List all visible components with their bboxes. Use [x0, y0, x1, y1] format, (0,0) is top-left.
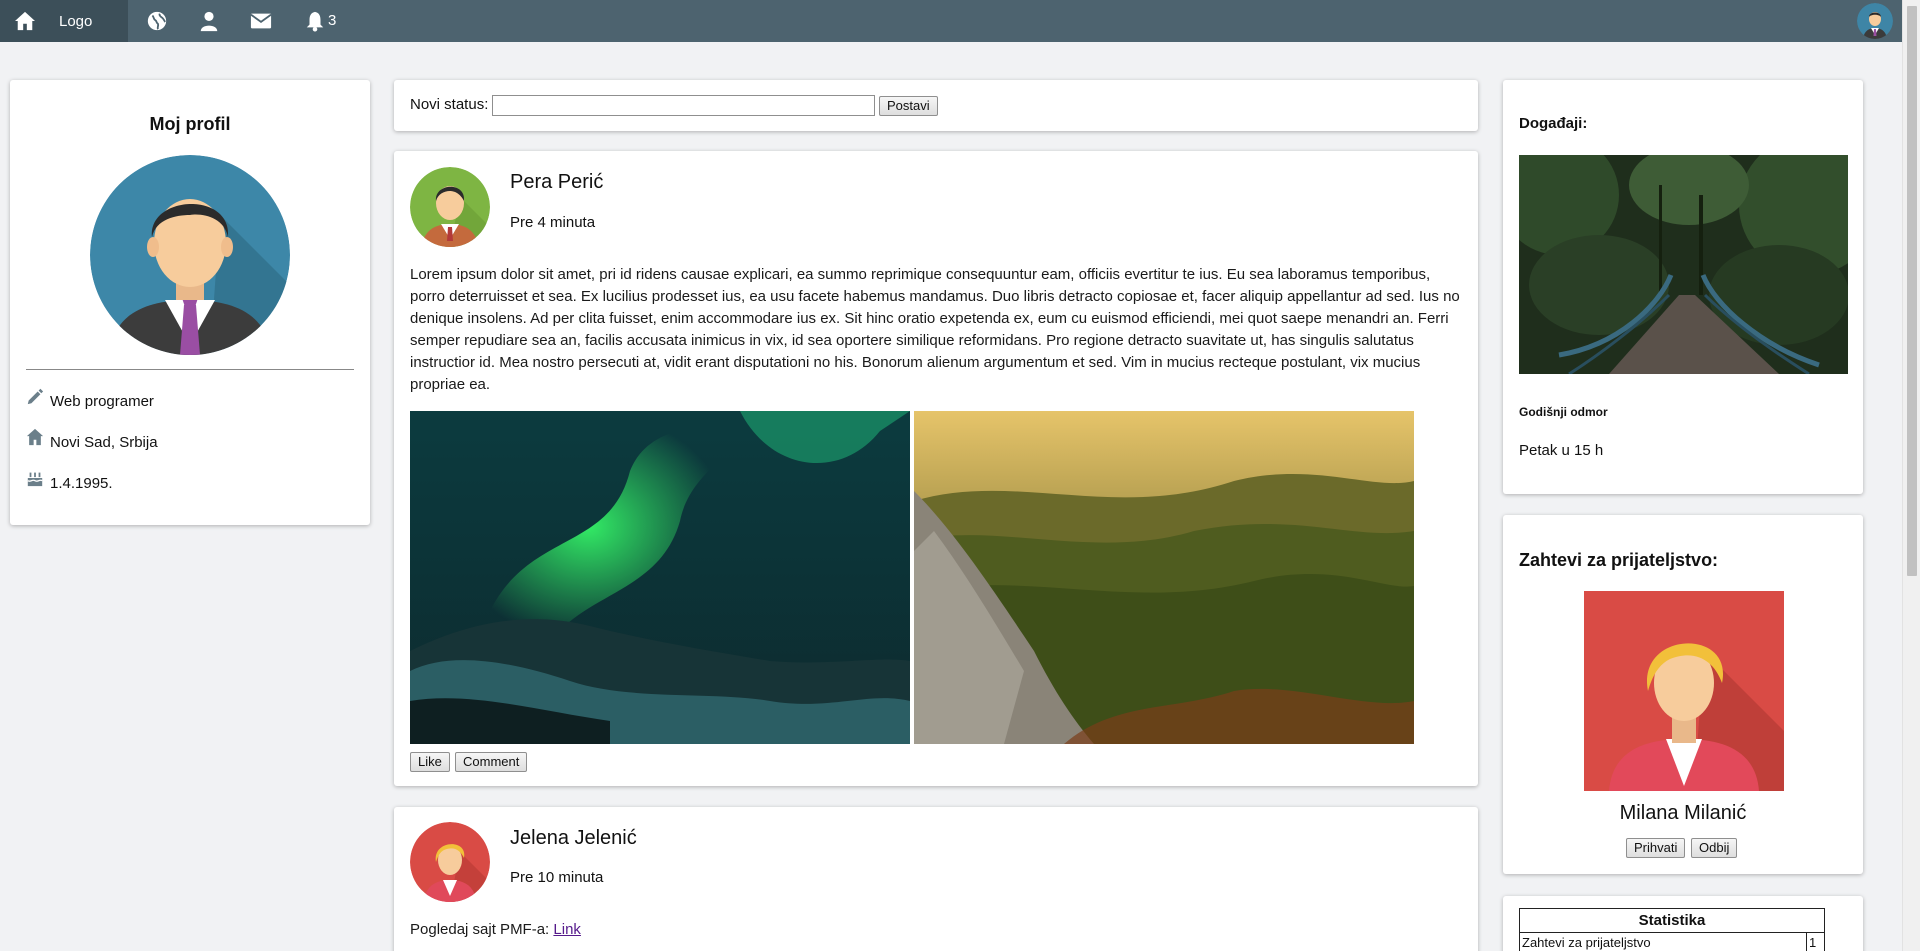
status-card: Novi status: Postavi: [394, 80, 1478, 131]
event-name[interactable]: Godišnji odmor: [1519, 405, 1608, 419]
stats-row-label: Zahtevi za prijateljstvo: [1519, 932, 1807, 951]
post-card: Jelena Jelenić Pre 10 minuta Pogledaj sa…: [394, 807, 1478, 951]
post-time: Pre 10 minuta: [510, 869, 604, 886]
post-text: Pogledaj sajt PMF-a: Link: [410, 919, 1460, 941]
birthday-cake-icon: [27, 472, 43, 487]
stats-title: Statistika: [1519, 908, 1825, 933]
events-title: Događaji:: [1519, 115, 1588, 132]
event-image[interactable]: [1519, 155, 1848, 374]
profile-birthday: 1.4.1995.: [26, 472, 113, 492]
notification-count[interactable]: 3: [328, 12, 336, 29]
profile-avatar: [90, 155, 290, 355]
profile-divider: [26, 369, 354, 370]
bell-icon[interactable]: [304, 10, 326, 32]
mail-icon[interactable]: [250, 10, 272, 32]
home-icon: [15, 11, 35, 31]
profile-birthday-text: 1.4.1995.: [50, 474, 113, 492]
profile-card: Moj profil Web programer Novi Sad, Srbij…: [10, 80, 370, 525]
logo[interactable]: Logo: [59, 13, 92, 30]
post-card: Pera Perić Pre 4 minuta Lorem ipsum dolo…: [394, 151, 1478, 786]
home-icon: [26, 428, 44, 446]
profile-location-text: Novi Sad, Srbija: [50, 433, 158, 451]
post-text-prefix: Pogledaj sajt PMF-a:: [410, 921, 550, 938]
post-status-button[interactable]: Postavi: [879, 96, 938, 116]
user-icon[interactable]: [198, 10, 220, 32]
globe-icon[interactable]: [146, 10, 168, 32]
profile-title: Moj profil: [149, 114, 231, 134]
event-time: Petak u 15 h: [1519, 442, 1604, 459]
post-author-avatar[interactable]: [410, 167, 490, 247]
stats-table: Statistika Zahtevi za prijateljstvo 1: [1519, 908, 1825, 951]
status-input[interactable]: [492, 95, 875, 116]
pencil-icon: [27, 388, 44, 405]
decline-request-button[interactable]: Odbij: [1691, 838, 1738, 858]
profile-location: Novi Sad, Srbija: [26, 428, 158, 451]
friend-request-avatar[interactable]: [1584, 591, 1784, 791]
table-row: Zahtevi za prijateljstvo 1: [1519, 932, 1825, 951]
post-text: Lorem ipsum dolor sit amet, pri id riden…: [410, 266, 1460, 393]
post-image-forest[interactable]: [914, 411, 1414, 744]
post-author-name[interactable]: Pera Perić: [510, 171, 603, 194]
friend-requests-title: Zahtevi za prijateljstvo:: [1519, 550, 1719, 570]
profile-job: Web programer: [26, 388, 154, 410]
home-link[interactable]: Logo: [0, 0, 128, 42]
friend-request-name[interactable]: Milana Milanić: [1503, 802, 1863, 825]
post-author-name[interactable]: Jelena Jelenić: [510, 827, 637, 850]
nav-avatar[interactable]: [1857, 3, 1893, 39]
comment-button[interactable]: Comment: [455, 752, 528, 772]
post-link[interactable]: Link: [553, 921, 581, 938]
top-navbar: Logo 3: [0, 0, 1902, 42]
vertical-scrollbar[interactable]: [1902, 0, 1920, 951]
stats-card: Statistika Zahtevi za prijateljstvo 1: [1503, 896, 1863, 951]
accept-request-button[interactable]: Prihvati: [1626, 838, 1686, 858]
profile-job-text: Web programer: [50, 392, 154, 410]
friend-requests-card: Zahtevi za prijateljstvo: Milana Milanić…: [1503, 515, 1863, 874]
like-button[interactable]: Like: [410, 752, 450, 772]
post-image-aurora[interactable]: [410, 411, 910, 744]
post-author-avatar[interactable]: [410, 822, 490, 902]
post-time: Pre 4 minuta: [510, 214, 596, 231]
scrollbar-thumb[interactable]: [1907, 6, 1917, 576]
status-label: Novi status:: [410, 96, 489, 113]
stats-row-value: 1: [1806, 932, 1825, 951]
events-card: Događaji: Godišnji odmor Petak u 15 h: [1503, 80, 1863, 494]
